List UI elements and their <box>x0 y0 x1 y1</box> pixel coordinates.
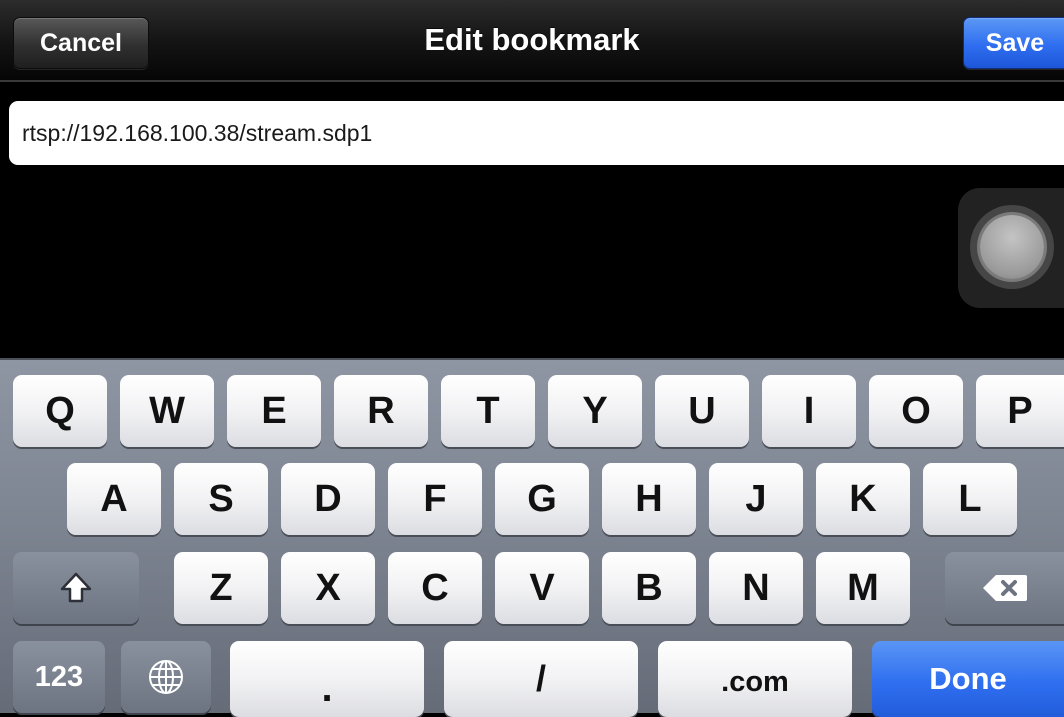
delete-key[interactable] <box>945 552 1064 624</box>
url-input-value: rtsp://192.168.100.38/stream.sdp1 <box>22 119 373 146</box>
key-d[interactable]: D <box>281 463 375 535</box>
shift-key[interactable] <box>13 552 139 624</box>
cancel-button[interactable]: Cancel <box>13 17 149 69</box>
key-m[interactable]: M <box>816 552 910 624</box>
key-g[interactable]: G <box>495 463 589 535</box>
key-r[interactable]: R <box>334 375 428 447</box>
shift-icon <box>59 571 93 605</box>
key-v[interactable]: V <box>495 552 589 624</box>
key-p[interactable]: P <box>976 375 1064 447</box>
key-l[interactable]: L <box>923 463 1017 535</box>
dot-key[interactable]: . <box>230 641 424 717</box>
numbers-key[interactable]: 123 <box>13 641 105 713</box>
key-t[interactable]: T <box>441 375 535 447</box>
key-s[interactable]: S <box>174 463 268 535</box>
save-button[interactable]: Save <box>963 17 1064 69</box>
assistive-touch-button[interactable] <box>958 188 1064 308</box>
delete-icon <box>982 573 1028 603</box>
key-k[interactable]: K <box>816 463 910 535</box>
slash-key[interactable]: / <box>444 641 638 717</box>
key-c[interactable]: C <box>388 552 482 624</box>
url-input[interactable]: rtsp://192.168.100.38/stream.sdp1 <box>9 101 1064 165</box>
key-z[interactable]: Z <box>174 552 268 624</box>
key-e[interactable]: E <box>227 375 321 447</box>
assistive-touch-icon <box>980 215 1044 279</box>
globe-key[interactable] <box>121 641 211 713</box>
key-f[interactable]: F <box>388 463 482 535</box>
page-title: Edit bookmark <box>424 22 640 57</box>
key-b[interactable]: B <box>602 552 696 624</box>
key-i[interactable]: I <box>762 375 856 447</box>
dotcom-key[interactable]: .com <box>658 641 852 717</box>
key-x[interactable]: X <box>281 552 375 624</box>
key-j[interactable]: J <box>709 463 803 535</box>
key-q[interactable]: Q <box>13 375 107 447</box>
assistive-touch-ring <box>970 205 1054 289</box>
done-key[interactable]: Done <box>872 641 1064 717</box>
keyboard: Q W E R T Y U I O P A S D F G H J K L Z … <box>0 358 1064 717</box>
key-h[interactable]: H <box>602 463 696 535</box>
key-a[interactable]: A <box>67 463 161 535</box>
key-n[interactable]: N <box>709 552 803 624</box>
navigation-bar: Edit bookmark Cancel Save <box>0 0 1064 82</box>
key-w[interactable]: W <box>120 375 214 447</box>
key-y[interactable]: Y <box>548 375 642 447</box>
key-o[interactable]: O <box>869 375 963 447</box>
globe-icon <box>147 658 185 696</box>
key-u[interactable]: U <box>655 375 749 447</box>
